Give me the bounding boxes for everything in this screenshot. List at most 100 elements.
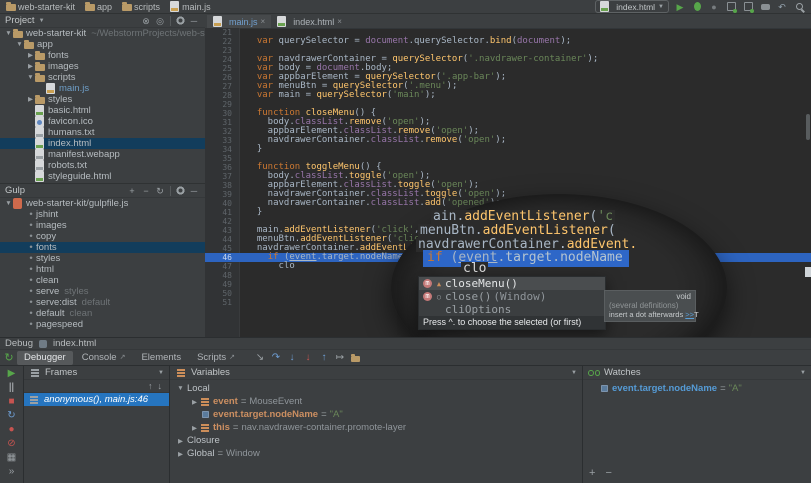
tree-item-app[interactable]: ▼app	[0, 39, 205, 50]
debug-icon[interactable]	[691, 1, 703, 13]
tree-down-arrow[interactable]: ▼	[176, 385, 185, 392]
tree-item-styles[interactable]: ▶styles	[0, 94, 205, 105]
tree-down-arrow[interactable]: ▼	[26, 72, 35, 83]
completion-item-cliOptions[interactable]: cliOptions	[419, 303, 605, 316]
more-icon[interactable]: »	[6, 466, 18, 478]
gulp-task-copy[interactable]: •copy	[0, 231, 205, 242]
feedback-icon[interactable]	[759, 1, 771, 13]
debug-tab-debugger[interactable]: Debugger	[17, 351, 73, 365]
completion-item-close()[interactable]: ○close() (Window)	[419, 290, 605, 303]
tree-item-manifest.webapp[interactable]: manifest.webapp	[0, 149, 205, 160]
gulp-task-serve:dist[interactable]: •serve:distdefault	[0, 297, 205, 308]
gulp-task-styles[interactable]: •styles	[0, 253, 205, 264]
collapse-icon[interactable]: ▼	[571, 370, 577, 376]
stop-icon[interactable]: ■	[6, 396, 18, 408]
breadcrumb-item-web-starter-kit[interactable]: web-starter-kit	[6, 1, 75, 12]
variable-item[interactable]: ▶Closure	[170, 434, 582, 447]
close-icon[interactable]: ⊗	[140, 15, 152, 27]
tree-item-images[interactable]: ▶images	[0, 61, 205, 72]
step-into-icon[interactable]: ↓	[286, 352, 298, 364]
gulp-task-fonts[interactable]: •fonts	[0, 242, 205, 253]
rerun-icon[interactable]: ↻	[6, 410, 18, 422]
editor-area[interactable]: main.js×index.html× 2122 var querySelect…	[205, 14, 811, 337]
gulp-task-html[interactable]: •html	[0, 264, 205, 275]
variable-item[interactable]: event.target.nodeName="A"	[170, 408, 582, 421]
completion-item-closeMenu()[interactable]: ▲closeMenu()	[419, 277, 605, 290]
editor-tab-index.html[interactable]: index.html×	[271, 15, 348, 28]
hide-icon[interactable]: ─	[188, 15, 200, 27]
remove-icon[interactable]: −	[140, 185, 152, 197]
breakpoints-icon[interactable]: ●	[6, 424, 18, 436]
tree-item-fonts[interactable]: ▶fonts	[0, 50, 205, 61]
tree-down-arrow[interactable]: ▼	[15, 39, 24, 50]
tree-right-arrow[interactable]: ▶	[190, 398, 199, 406]
tree-right-arrow[interactable]: ▶	[176, 437, 185, 445]
gulp-task-jshint[interactable]: •jshint	[0, 209, 205, 220]
tree-down-arrow[interactable]: ▼	[4, 198, 13, 209]
tab-close-icon[interactable]: ×	[261, 17, 266, 26]
frame-down-icon[interactable]: ↓	[158, 381, 163, 391]
tree-down-arrow[interactable]: ▼	[4, 28, 13, 39]
locate-icon[interactable]: ◎	[154, 15, 166, 27]
force-step-into-icon[interactable]: ↓	[302, 352, 314, 364]
code-editor[interactable]: 2122 var querySelector = document.queryS…	[205, 28, 811, 337]
editor-scrollbar-thumb[interactable]	[806, 114, 810, 140]
tree-item-robots.txt[interactable]: robots.txt	[0, 160, 205, 171]
add-watch-icon[interactable]: +	[589, 467, 595, 479]
breadcrumb-item-app[interactable]: app	[85, 1, 112, 12]
divider[interactable]	[168, 15, 172, 27]
gulp-task-serve[interactable]: •servestyles	[0, 286, 205, 297]
tab-close-icon[interactable]: ×	[337, 17, 342, 26]
gulp-task-images[interactable]: •images	[0, 220, 205, 231]
breadcrumb-item-scripts[interactable]: scripts	[122, 1, 160, 12]
divider[interactable]	[168, 185, 172, 197]
debug-tab-elements[interactable]: Elements	[134, 351, 188, 365]
hide-icon[interactable]: ─	[188, 185, 200, 197]
tree-item-web-starter-kit[interactable]: ▼web-starter-kit~/WebstormProjects/web-s…	[0, 28, 205, 39]
gulpfile-node[interactable]: ▼web-starter-kit/gulpfile.js	[0, 198, 205, 209]
tree-right-arrow[interactable]: ▶	[26, 61, 35, 72]
gulp-task-pagespeed[interactable]: •pagespeed	[0, 319, 205, 330]
editor-tab-main.js[interactable]: main.js×	[207, 15, 271, 28]
profile-icon[interactable]: ●	[708, 1, 720, 13]
breadcrumb-item-main.js[interactable]: main.js	[170, 1, 211, 12]
variable-item[interactable]: ▶this=nav.navdrawer-container.promote-la…	[170, 421, 582, 434]
collapse-icon[interactable]: ▼	[800, 370, 806, 376]
tree-item-styleguide.html[interactable]: styleguide.html	[0, 171, 205, 182]
gulp-task-default[interactable]: •defaultclean	[0, 308, 205, 319]
tree-item-index.html[interactable]: index.html	[0, 138, 205, 149]
run-configuration-select[interactable]: index.html ▼	[595, 0, 669, 13]
settings-icon[interactable]	[174, 185, 186, 197]
pause-icon[interactable]: ||	[6, 382, 18, 394]
mute-breakpoints-icon[interactable]: ⊘	[6, 438, 18, 450]
step-out-icon[interactable]: ↑	[318, 352, 330, 364]
tree-item-main.js[interactable]: main.js	[0, 83, 205, 94]
shortcut-link[interactable]: >>	[685, 310, 694, 319]
search-icon[interactable]	[793, 1, 805, 13]
tree-right-arrow[interactable]: ▶	[190, 424, 199, 432]
remove-watch-icon[interactable]: −	[605, 467, 611, 479]
collapse-icon[interactable]: ▼	[158, 370, 164, 376]
restart-icon[interactable]	[742, 1, 754, 13]
tree-item-favicon.ico[interactable]: favicon.ico	[0, 116, 205, 127]
show-execution-point-icon[interactable]: ↘	[254, 352, 266, 364]
debug-tab-console[interactable]: Console↗	[75, 351, 133, 365]
tree-item-humans.txt[interactable]: humans.txt	[0, 127, 205, 138]
debug-tab-scripts[interactable]: Scripts↗	[190, 351, 242, 365]
chevron-down-icon[interactable]: ▼	[39, 18, 45, 24]
coverage-icon[interactable]	[725, 1, 737, 13]
variable-item[interactable]: ▼Local	[170, 382, 582, 395]
resume-icon[interactable]: ▶	[6, 368, 18, 380]
tree-right-arrow[interactable]: ▶	[26, 94, 35, 105]
tree-right-arrow[interactable]: ▶	[176, 450, 185, 458]
step-over-icon[interactable]: ↷	[270, 352, 282, 364]
console-folder-icon[interactable]	[350, 352, 362, 364]
variable-item[interactable]: ▶event=MouseEvent	[170, 395, 582, 408]
refresh-icon[interactable]: ↻	[154, 185, 166, 197]
run-to-cursor-icon[interactable]: ↦	[334, 352, 346, 364]
rerun-icon[interactable]: ↻	[3, 352, 15, 364]
frame-item[interactable]: anonymous(), main.js:46	[24, 393, 169, 406]
add-icon[interactable]: +	[126, 185, 138, 197]
variable-item[interactable]: ▶Global=Window	[170, 447, 582, 460]
frame-up-icon[interactable]: ↑	[148, 381, 153, 391]
